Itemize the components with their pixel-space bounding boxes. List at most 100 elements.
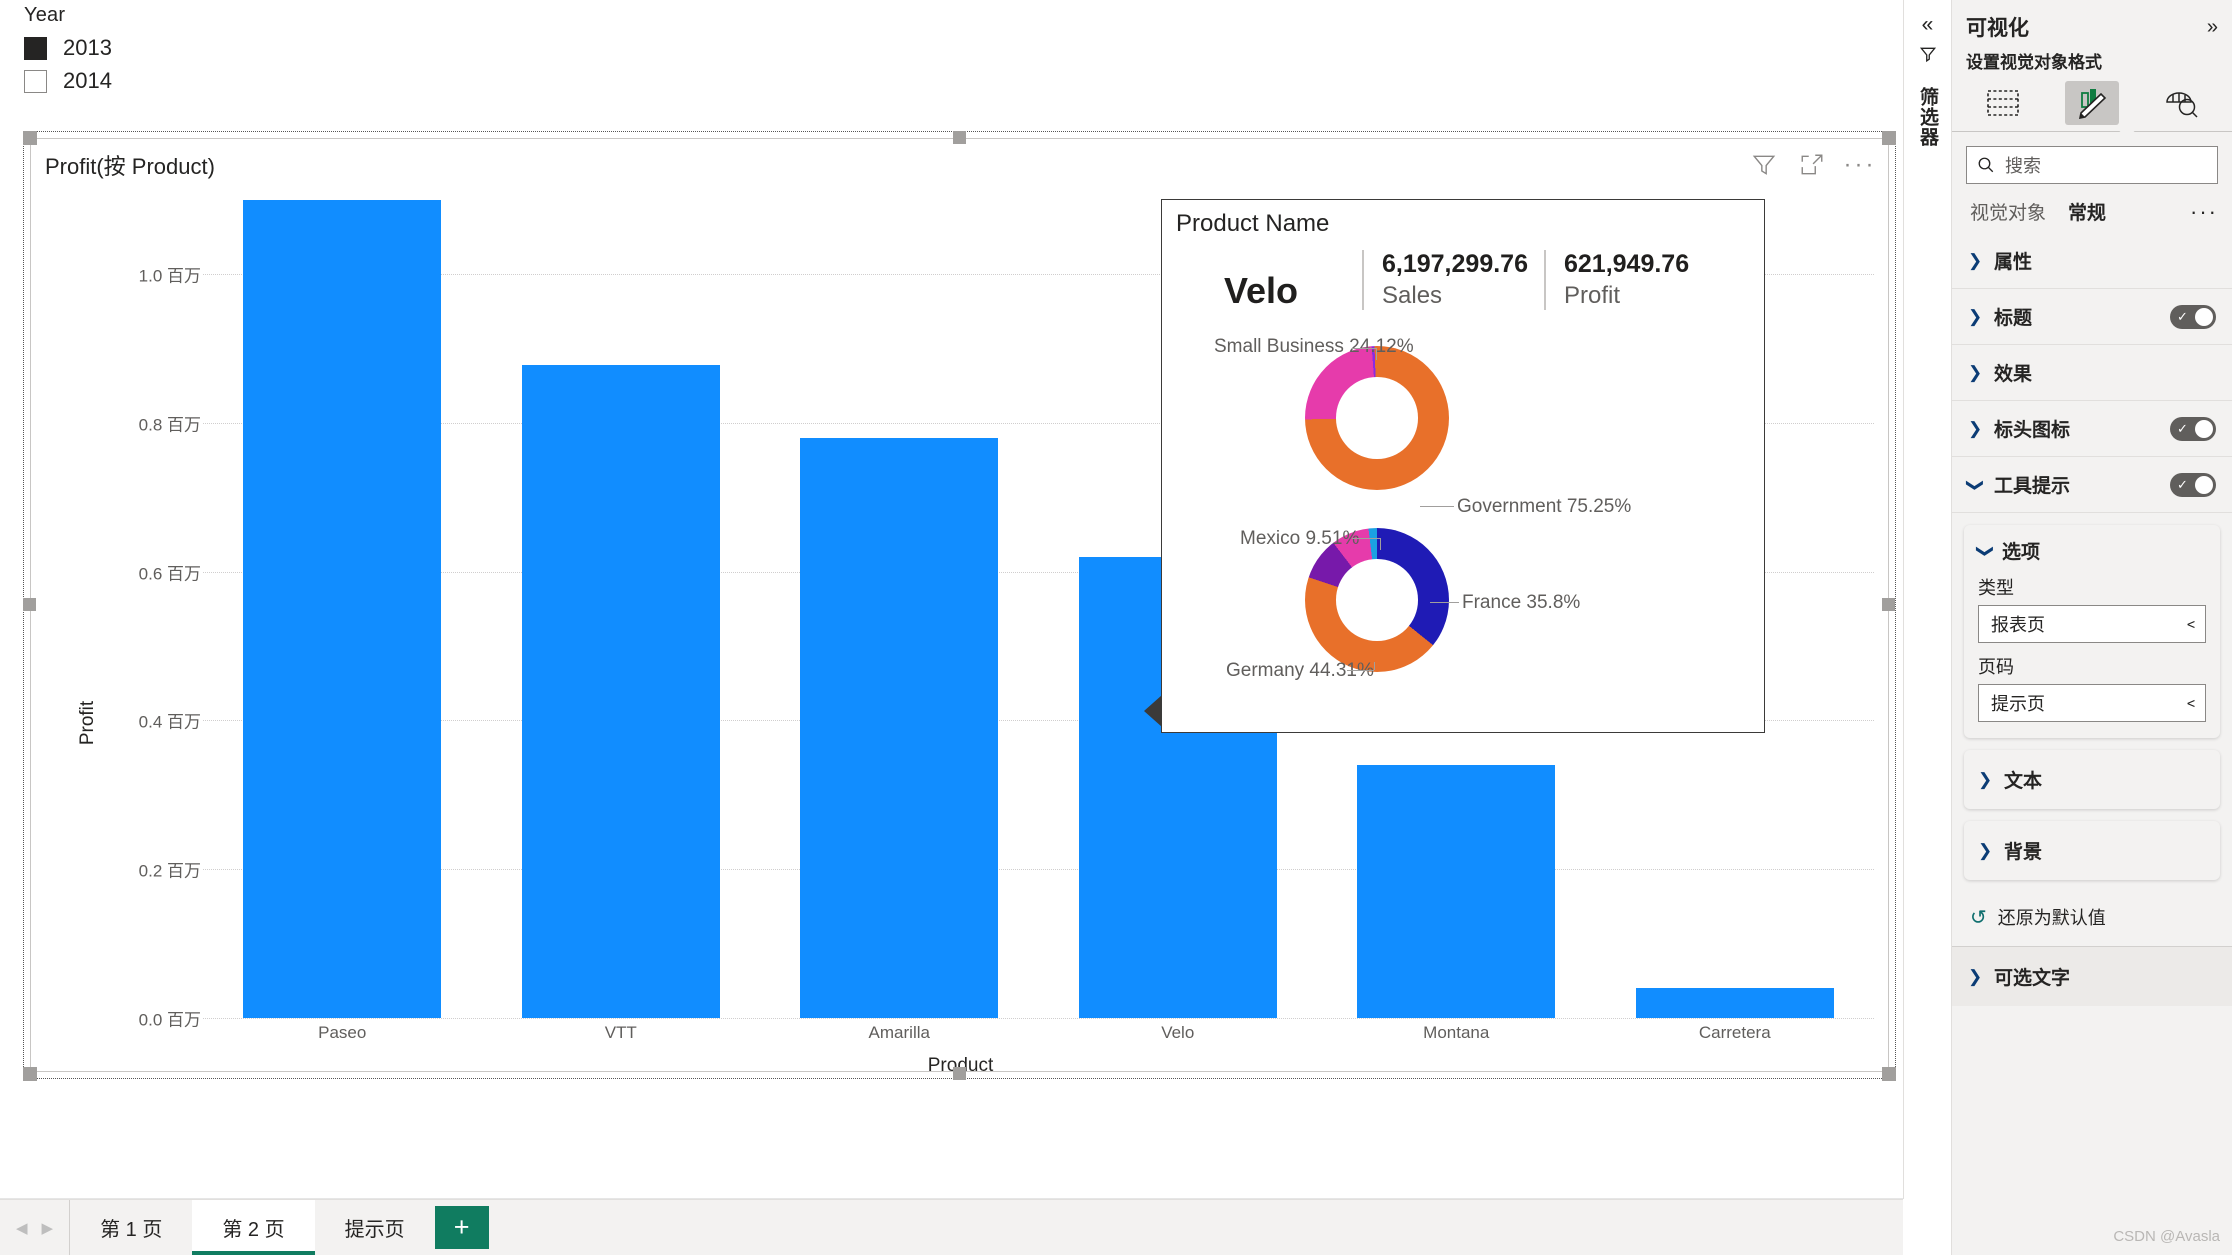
checkbox-checked-icon[interactable] xyxy=(24,36,47,60)
kpi-value: 621,949.76 xyxy=(1563,250,1690,278)
page-prev-arrow[interactable]: ◀ xyxy=(16,1219,28,1237)
chevron-right-icon: ❯ xyxy=(1968,418,1983,438)
type-dropdown[interactable]: 报表页 ˅ xyxy=(1978,605,2206,643)
report-page-tooltip: Product Name Velo 6,197,299.76 Sales 621… xyxy=(1144,199,1765,733)
bar-carretera[interactable] xyxy=(1635,988,1834,1018)
section-alt-text[interactable]: ❯ 可选文字 xyxy=(1952,947,2232,1006)
options-header[interactable]: ❯ 选项 xyxy=(1976,537,2206,564)
add-page-button[interactable]: + xyxy=(434,1206,489,1249)
report-canvas[interactable]: Year 2013 2014 Profit(按 Product) ··· Pro… xyxy=(0,0,1903,1199)
collapse-pane-icon[interactable]: « xyxy=(1922,14,1934,35)
country-donut-chart: Mexico 9.51% France 35.8% Germany 44.31% xyxy=(1162,500,1764,705)
donut-leader-line xyxy=(1380,538,1381,550)
bar-montana[interactable] xyxy=(1357,765,1556,1018)
resize-handle-middle-left[interactable] xyxy=(23,598,36,611)
chevron-down-icon: ❯ xyxy=(1976,543,1995,558)
resize-handle-top-right[interactable] xyxy=(1882,131,1896,145)
bar-vtt[interactable] xyxy=(521,364,720,1018)
bar-slot[interactable] xyxy=(482,183,761,1018)
page-tab-1[interactable]: 第 1 页 xyxy=(70,1200,192,1255)
section-background[interactable]: ❯ 背景 xyxy=(1964,821,2220,880)
toggle-knob xyxy=(2195,307,2213,326)
section-header-icons[interactable]: ❯ 标头图标 ✓ xyxy=(1952,401,2232,457)
y-axis-ticks: 1.0 百万 0.8 百万 0.6 百万 0.4 百万 0.2 百万 0.0 百万 xyxy=(91,183,201,1073)
tab-visual[interactable]: 视觉对象 xyxy=(1970,198,2046,225)
section-label: 效果 xyxy=(1994,364,2033,385)
bar-slot[interactable] xyxy=(203,183,482,1018)
focus-mode-icon[interactable] xyxy=(1798,151,1826,179)
section-title[interactable]: ❯ 标题 ✓ xyxy=(1952,289,2232,345)
year-slicer[interactable]: Year 2013 2014 xyxy=(24,4,344,114)
options-subcard: ❯ 选项 类型 报表页 ˅ 页码 提示页 ˅ xyxy=(1964,525,2220,738)
x-axis-tick-label: Montana xyxy=(1423,1023,1490,1042)
chevron-right-icon: ❯ xyxy=(1968,250,1983,270)
tab-general[interactable]: 常规 xyxy=(2068,198,2106,225)
expand-pane-icon[interactable]: » xyxy=(2207,16,2218,39)
section-properties[interactable]: ❯ 属性 xyxy=(1952,233,2232,289)
page-dropdown[interactable]: 提示页 ˅ xyxy=(1978,684,2206,722)
y-axis-tick-label: 0.2 百万 xyxy=(138,861,201,881)
page-tab-2[interactable]: 第 2 页 xyxy=(192,1200,315,1255)
search-input[interactable]: 搜索 xyxy=(1966,146,2218,184)
chevron-right-icon: ❯ xyxy=(1968,362,1983,382)
tooltip-kpi-profit: 621,949.76 Profit xyxy=(1543,250,1690,310)
page-next-arrow[interactable]: ▶ xyxy=(42,1219,54,1237)
resize-handle-top-center[interactable] xyxy=(953,131,966,144)
bar-paseo[interactable] xyxy=(243,199,442,1018)
format-visual-icon[interactable] xyxy=(2064,81,2119,125)
kpi-caption: Profit xyxy=(1563,282,1620,309)
reset-to-default-button[interactable]: ↺ 还原为默认值 xyxy=(1952,892,2232,946)
resize-handle-bottom-right[interactable] xyxy=(1882,1067,1896,1081)
visual-title: Profit(按 Product) xyxy=(45,154,215,179)
search-placeholder: 搜索 xyxy=(2005,156,2041,176)
more-options-icon[interactable]: ··· xyxy=(1844,151,1874,179)
toggle-header-icons[interactable]: ✓ xyxy=(2170,416,2216,441)
section-effects[interactable]: ❯ 效果 xyxy=(1952,345,2232,401)
search-icon xyxy=(1978,157,1994,173)
donut-callout-label: France 35.8% xyxy=(1462,592,1581,613)
pane-more-options-icon[interactable]: ··· xyxy=(2190,200,2218,222)
slicer-title: Year xyxy=(24,4,66,26)
toggle-tooltip[interactable]: ✓ xyxy=(2170,472,2216,497)
options-title: 选项 xyxy=(2002,542,2041,563)
section-label: 标头图标 xyxy=(1994,420,2071,441)
bar-slot[interactable] xyxy=(760,183,1039,1018)
x-axis-tick-label: Amarilla xyxy=(868,1023,930,1042)
checkbox-unchecked-icon[interactable] xyxy=(24,69,47,93)
tooltip-product-name: Velo xyxy=(1223,270,1299,311)
slicer-item-2013[interactable]: 2013 xyxy=(24,35,344,61)
analytics-icon[interactable] xyxy=(2154,81,2208,125)
x-axis-tick-label: Paseo xyxy=(318,1023,367,1042)
pane-divider xyxy=(1952,131,2232,132)
slicer-item-2014[interactable]: 2014 xyxy=(24,68,344,94)
section-text[interactable]: ❯ 文本 xyxy=(1964,750,2220,809)
slicer-item-label: 2013 xyxy=(63,35,112,60)
section-label: 属性 xyxy=(1994,252,2033,273)
toggle-knob xyxy=(2195,419,2213,438)
filter-icon[interactable] xyxy=(1918,45,1938,69)
resize-handle-middle-right[interactable] xyxy=(1882,598,1895,611)
y-axis-tick-label: 0.8 百万 xyxy=(138,415,201,435)
toggle-title[interactable]: ✓ xyxy=(2170,304,2216,329)
pane-title: 可视化 xyxy=(1966,17,2029,40)
section-label: 背景 xyxy=(2004,842,2043,863)
resize-handle-top-left[interactable] xyxy=(23,131,37,145)
bar-amarilla[interactable] xyxy=(800,437,999,1018)
filters-vertical-label[interactable]: 筛选器 xyxy=(1914,87,1941,147)
resize-handle-bottom-left[interactable] xyxy=(23,1067,37,1081)
chevron-down-icon: ˅ xyxy=(2182,619,2200,629)
section-tooltip[interactable]: ❯ 工具提示 ✓ xyxy=(1952,457,2232,513)
build-visual-icon[interactable] xyxy=(1976,81,2030,125)
page-dropdown-value: 提示页 xyxy=(1991,694,2045,714)
page-tab-tooltip[interactable]: 提示页 xyxy=(315,1200,435,1255)
filter-icon[interactable] xyxy=(1750,151,1778,179)
donut-leader-line xyxy=(1376,348,1377,360)
check-icon: ✓ xyxy=(2177,420,2188,436)
donut-callout-label: Small Business 24.12% xyxy=(1214,336,1414,357)
chevron-down-icon: ˅ xyxy=(2182,698,2200,708)
donut-leader-line xyxy=(1352,348,1376,349)
y-axis-tick-label: 0.0 百万 xyxy=(138,1010,201,1030)
gridline xyxy=(203,1018,1874,1019)
resize-handle-bottom-center[interactable] xyxy=(953,1067,966,1080)
tooltip-header-label: Product Name xyxy=(1176,210,1330,237)
